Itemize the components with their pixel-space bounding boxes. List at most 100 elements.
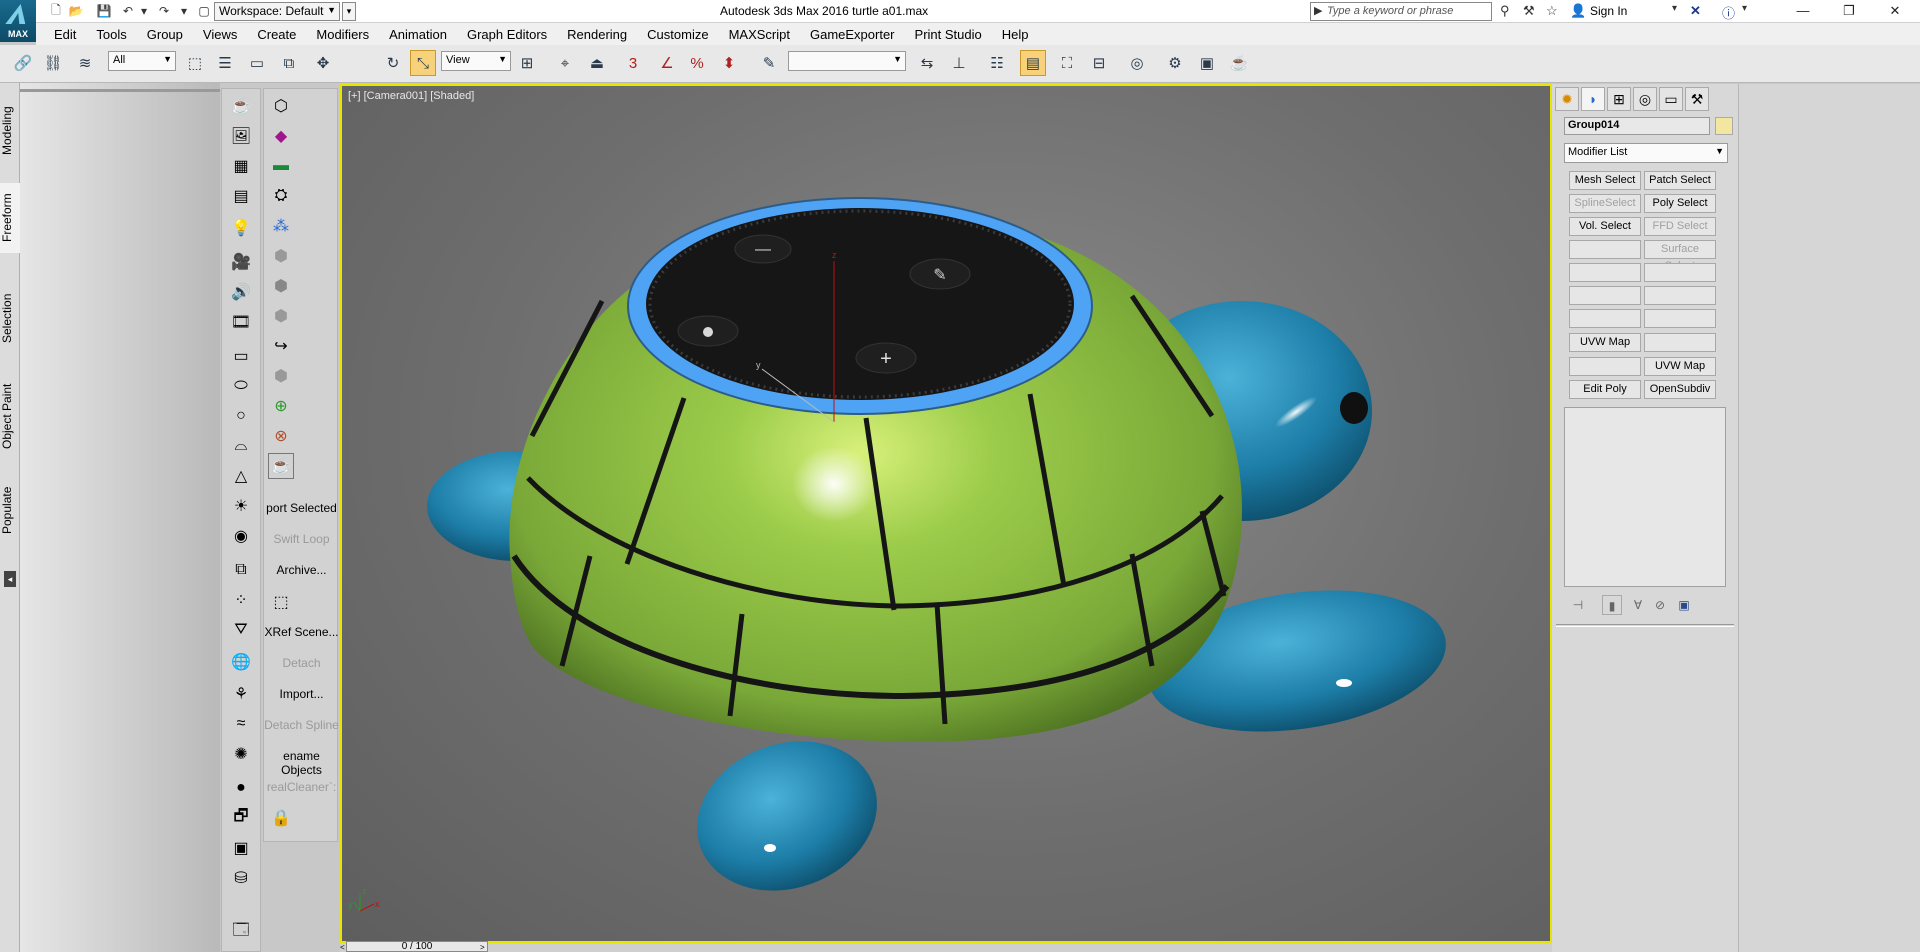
link-icon[interactable]: 🔗 (10, 50, 36, 76)
material-sphere-icon[interactable]: ● (228, 775, 254, 801)
tab-populate[interactable]: Populate (0, 475, 20, 545)
modifier-slot-button[interactable] (1644, 263, 1716, 282)
camera-icon[interactable]: 🎥 (228, 249, 254, 275)
redo-arrow-icon[interactable]: ↪ (268, 333, 294, 359)
object-c-icon[interactable]: ⬢ (268, 303, 294, 329)
app-logo[interactable]: MAX (0, 0, 36, 42)
uvw-map-button[interactable]: UVW Map (1569, 333, 1641, 352)
pin-stack-icon[interactable]: ⊣ (1568, 595, 1588, 615)
snaps-toggle-icon[interactable]: 3 (620, 50, 646, 76)
opensubdiv-button[interactable]: OpenSubdiv (1644, 380, 1716, 399)
menu-print-studio[interactable]: Print Studio (905, 27, 992, 42)
poly-select-button[interactable]: Poly Select (1644, 194, 1716, 213)
sign-in-dropdown-icon[interactable]: ▾ (1672, 3, 1677, 14)
keyboard-shortcut-override-icon[interactable]: ⏏ (584, 50, 610, 76)
sphere-icon[interactable]: ○ (228, 403, 254, 429)
subscription-icon[interactable]: ⚒ (1523, 3, 1535, 19)
box-icon[interactable]: ⬚ (268, 589, 294, 615)
modifier-slot-button[interactable] (1569, 240, 1641, 259)
percent-snap-icon[interactable]: % (684, 50, 710, 76)
object-a-icon[interactable]: ⬢ (268, 243, 294, 269)
menu-modifiers[interactable]: Modifiers (306, 27, 379, 42)
object-color-swatch[interactable] (1715, 117, 1733, 135)
angle-snap-icon[interactable]: ∠ (654, 50, 680, 76)
viewport-image-icon[interactable]: 🖼 (228, 123, 254, 149)
patch-select-button[interactable]: Patch Select (1644, 171, 1716, 190)
menu-animation[interactable]: Animation (379, 27, 457, 42)
select-move-icon[interactable]: ✥ (310, 50, 336, 76)
render-setup-icon[interactable]: ⚙ (1162, 50, 1188, 76)
menu-edit[interactable]: Edit (36, 27, 86, 42)
teapot-render-icon[interactable]: ☕ (268, 453, 294, 479)
lock-icon[interactable]: 🔒 (268, 805, 294, 831)
time-slider[interactable]: 0 / 100 (346, 941, 488, 952)
uvw-map-button[interactable]: UVW Map (1644, 357, 1716, 376)
light-bulb-icon[interactable]: 💡 (228, 215, 254, 241)
ffd-select-button[interactable]: FFD Select (1644, 217, 1716, 236)
xref-scene-button[interactable]: XRef Scene... (264, 625, 339, 639)
binoculars-icon[interactable]: ⚲ (1500, 3, 1510, 19)
menu-customize[interactable]: Customize (637, 27, 718, 42)
exchange-apps-icon[interactable]: ✕ (1690, 3, 1701, 19)
surface-select-button[interactable]: Surface Select (1644, 240, 1716, 272)
film-reel-icon[interactable]: 🎞 (228, 309, 254, 335)
modifier-slot-button[interactable] (1569, 263, 1641, 282)
timeline-next-icon[interactable]: > (480, 943, 485, 952)
tab-modeling[interactable]: Modeling (0, 99, 20, 163)
photo-stack-icon[interactable]: 🗗 (228, 805, 254, 831)
modifier-slot-button[interactable] (1569, 286, 1641, 305)
layers-icon[interactable]: ⧉ (228, 557, 254, 583)
select-manipulate-icon[interactable]: ⌖ (552, 50, 578, 76)
render-production-icon[interactable]: ☕ (1226, 50, 1252, 76)
make-unique-icon[interactable]: ∀ (1628, 595, 1648, 615)
spline-select-button[interactable]: SplineSelect (1569, 194, 1641, 213)
mesh-select-button[interactable]: Mesh Select (1569, 171, 1641, 190)
selection-filter-dropdown[interactable]: All ▼ (108, 51, 176, 71)
detach-button[interactable]: Detach (264, 656, 339, 670)
modifier-slot-button[interactable] (1569, 357, 1641, 376)
modifier-slot-button[interactable] (1644, 309, 1716, 328)
select-object-icon[interactable]: ⬚ (182, 50, 208, 76)
create-tab-icon[interactable]: ✹ (1555, 87, 1579, 111)
rendered-frame-window-icon[interactable]: ▣ (1194, 50, 1220, 76)
remove-modifier-icon[interactable]: ⊘ (1650, 595, 1670, 615)
undo-icon[interactable]: ↶ (120, 3, 136, 19)
window-crossing-icon[interactable]: ⧉ (276, 50, 302, 76)
hierarchy-tab-icon[interactable]: ⊞ (1607, 87, 1631, 111)
hair-icon[interactable]: ≈ (228, 711, 254, 737)
save-file-icon[interactable]: 💾 (96, 3, 112, 19)
particle-icon[interactable]: ⁘ (228, 587, 254, 613)
favorites-star-icon[interactable]: ☆ (1546, 3, 1558, 19)
search-input[interactable]: ▶ Type a keyword or phrase (1310, 2, 1492, 21)
redo-dropdown-icon[interactable]: ▾ (176, 3, 192, 19)
tab-freeform[interactable]: Freeform (0, 183, 20, 253)
swift-loop-button[interactable]: Swift Loop (264, 532, 339, 546)
archive-button[interactable]: Archive... (264, 563, 339, 577)
vol-select-button[interactable]: Vol. Select (1569, 217, 1641, 236)
ellipsoid-icon[interactable]: ⬭ (228, 373, 254, 399)
workspace-menu-button[interactable]: ▾ (342, 2, 356, 21)
detach-spline-button[interactable]: Detach Spline (264, 718, 339, 732)
grid-table-icon[interactable]: ▤ (228, 183, 254, 209)
motion-tab-icon[interactable]: ◎ (1633, 87, 1657, 111)
scene-explorer-icon[interactable]: ▤ (1020, 50, 1046, 76)
schematic-view-icon[interactable]: ⊟ (1086, 50, 1112, 76)
window-icon[interactable]: 🗔 (228, 919, 254, 945)
cone-icon[interactable]: △ (228, 463, 254, 489)
user-icon[interactable]: 👤 (1570, 3, 1586, 19)
timeline[interactable]: < 0 / 100 > (340, 941, 1552, 952)
edit-poly-button[interactable]: Edit Poly (1569, 380, 1641, 399)
select-scale-icon[interactable]: ⤡ (410, 50, 436, 76)
crowd-icon[interactable]: ⛭ (268, 183, 294, 209)
display-tab-icon[interactable]: ▭ (1659, 87, 1683, 111)
undo-dropdown-icon[interactable]: ▾ (136, 3, 152, 19)
sun-icon[interactable]: ☀ (228, 493, 254, 519)
coin-icon[interactable]: ◉ (228, 523, 254, 549)
named-selection-dropdown[interactable]: ▼ (788, 51, 906, 71)
utilities-tab-icon[interactable]: ⚒ (1685, 87, 1709, 111)
calculator-icon[interactable]: ▦ (228, 153, 254, 179)
object-name-field[interactable]: Group014 (1564, 117, 1710, 135)
bind-space-warp-icon[interactable]: ≋ (72, 50, 98, 76)
teapot-icon[interactable]: ☕ (228, 93, 254, 119)
close-button[interactable]: ✕ (1872, 0, 1918, 23)
